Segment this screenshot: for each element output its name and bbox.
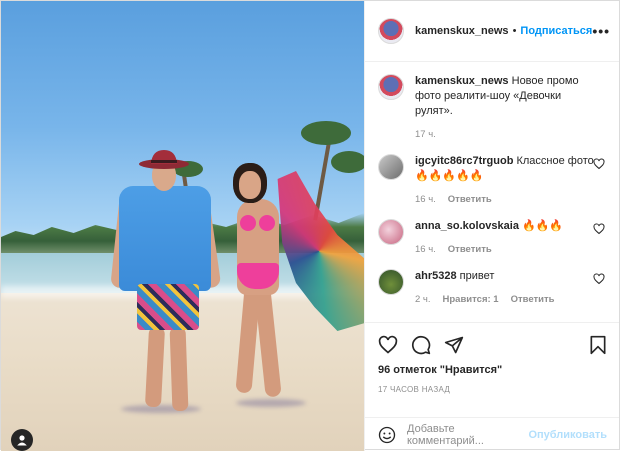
list-item: igcyitc86rc7trguob Классное фото 🔥🔥🔥🔥🔥 1… — [378, 154, 607, 207]
list-item: anna_so.kolovskaia 🔥🔥🔥 16 ч. Ответить — [378, 219, 607, 257]
comment-username[interactable]: igcyitc86rc7trguob — [415, 155, 513, 167]
post-photo[interactable] — [1, 1, 364, 451]
photo-man-shirt — [119, 186, 211, 291]
follow-button[interactable]: Подписаться — [520, 25, 592, 37]
user-icon[interactable] — [11, 429, 33, 451]
reply-button[interactable]: Ответить — [448, 192, 492, 207]
header-username[interactable]: kamenskux_news — [415, 25, 509, 37]
avatar[interactable] — [378, 219, 404, 245]
heart-icon[interactable] — [593, 273, 605, 285]
more-options-icon[interactable]: ••• — [592, 23, 610, 39]
comment-text: привет — [459, 270, 495, 282]
comments-list: kamenskux_news Новое промо фото реалити-… — [365, 62, 619, 322]
instagram-post: kamenskux_news • Подписаться ••• kamensk… — [0, 0, 620, 451]
heart-icon[interactable] — [593, 158, 605, 170]
photo-man-shorts — [137, 284, 199, 330]
list-item: ahr5328 привет 2 ч. Нравится: 1 Ответить — [378, 269, 607, 307]
heart-icon[interactable] — [593, 223, 605, 235]
photo-woman-head — [239, 171, 261, 199]
reply-button[interactable]: Ответить — [448, 242, 492, 257]
photo-shadow — [121, 405, 201, 413]
photo-palm — [331, 151, 364, 173]
comment-time[interactable]: 16 ч. — [415, 242, 436, 257]
emoji-icon[interactable] — [378, 426, 396, 444]
photo-shadow — [236, 399, 306, 407]
post-timestamp[interactable]: 17 ЧАСОВ НАЗАД — [378, 385, 607, 394]
header-separator: • — [512, 25, 517, 37]
post-side-panel: kamenskux_news • Подписаться ••• kamensk… — [364, 1, 619, 451]
post-actions: 96 отметок "Нравится" 17 ЧАСОВ НАЗАД — [365, 322, 619, 417]
photo-man-hat — [139, 150, 189, 169]
avatar[interactable] — [378, 154, 404, 180]
comment-icon[interactable] — [411, 335, 431, 355]
comment-time[interactable]: 16 ч. — [415, 192, 436, 207]
comment-username[interactable]: ahr5328 — [415, 270, 457, 282]
comment-input[interactable]: Добавьте комментарий... — [407, 423, 528, 447]
add-comment-bar: Добавьте комментарий... Опубликовать — [365, 417, 619, 451]
photo-palm — [301, 121, 351, 145]
avatar[interactable] — [378, 74, 404, 100]
heart-icon[interactable] — [378, 335, 398, 355]
avatar[interactable] — [378, 269, 404, 295]
publish-button[interactable]: Опубликовать — [528, 429, 607, 441]
comment-likes[interactable]: Нравится: 1 — [443, 292, 499, 307]
avatar[interactable] — [378, 18, 404, 44]
comment-time[interactable]: 2 ч. — [415, 292, 431, 307]
caption-time[interactable]: 17 ч. — [415, 127, 436, 142]
comment-username[interactable]: anna_so.kolovskaia — [415, 220, 519, 232]
photo-bikini — [259, 215, 275, 231]
reply-button[interactable]: Ответить — [511, 292, 555, 307]
caption: kamenskux_news Новое промо фото реалити-… — [378, 74, 607, 142]
likes-count[interactable]: 96 отметок "Нравится" — [378, 364, 607, 376]
photo-man-leg — [169, 326, 189, 412]
comment-text: 🔥🔥🔥 — [522, 220, 564, 232]
share-icon[interactable] — [444, 335, 464, 355]
caption-username[interactable]: kamenskux_news — [415, 75, 509, 87]
bookmark-icon[interactable] — [589, 335, 607, 355]
post-header: kamenskux_news • Подписаться ••• — [365, 1, 619, 62]
photo-bikini — [240, 215, 256, 231]
